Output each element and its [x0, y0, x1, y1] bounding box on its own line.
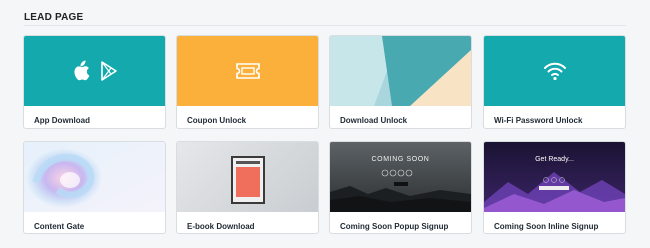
card-thumbnail: Get Ready...: [484, 142, 625, 212]
card-thumbnail: [24, 36, 165, 106]
section-divider: [24, 25, 626, 26]
card-label: E-book Download: [187, 222, 255, 231]
get-ready-headline: Get Ready...: [535, 156, 574, 163]
template-card-coupon-unlock[interactable]: Coupon Unlock: [176, 35, 319, 129]
card-thumbnail: [484, 36, 625, 106]
card-thumbnail: [330, 36, 471, 106]
card-label: Coupon Unlock: [187, 116, 247, 125]
card-label: Coming Soon Inline Signup: [494, 222, 599, 231]
card-label: Wi-Fi Password Unlock: [494, 116, 583, 125]
card-label: Download Unlock: [340, 116, 408, 125]
card-label: App Download: [34, 116, 90, 125]
card-thumbnail: [24, 142, 165, 212]
wifi-icon: [543, 62, 566, 81]
section-title: LEAD PAGE: [24, 12, 84, 23]
template-card-coming-soon-popup-signup[interactable]: COMING SOON Coming Soon Popup Signup: [329, 141, 472, 234]
purple-mountain-illustration: [484, 142, 625, 212]
ticket-icon: [235, 63, 260, 79]
book-cover-illustration: [231, 156, 265, 204]
template-card-app-download[interactable]: App Download: [23, 35, 166, 129]
template-card-download-unlock[interactable]: Download Unlock: [329, 35, 472, 129]
template-card-content-gate[interactable]: Content Gate: [23, 141, 166, 234]
dark-landscape-illustration: [330, 142, 471, 212]
card-thumbnail: COMING SOON: [330, 142, 471, 212]
card-thumbnail: [177, 142, 318, 212]
card-label: Content Gate: [34, 222, 85, 231]
lead-page-section: LEAD PAGE App Download Coupon Unlock Dow…: [9, 0, 641, 248]
coming-soon-headline: COMING SOON: [371, 156, 430, 163]
template-card-ebook-download[interactable]: E-book Download: [176, 141, 319, 234]
template-card-coming-soon-inline-signup[interactable]: Get Ready... Coming Soon Inline Signup: [483, 141, 626, 234]
geometric-shapes-illustration: [330, 36, 471, 106]
card-label: Coming Soon Popup Signup: [340, 222, 449, 231]
template-card-wifi-password-unlock[interactable]: Wi-Fi Password Unlock: [483, 35, 626, 129]
gradient-swirl-illustration: [24, 142, 165, 212]
card-thumbnail: [177, 36, 318, 106]
play-store-icon: [100, 61, 117, 81]
